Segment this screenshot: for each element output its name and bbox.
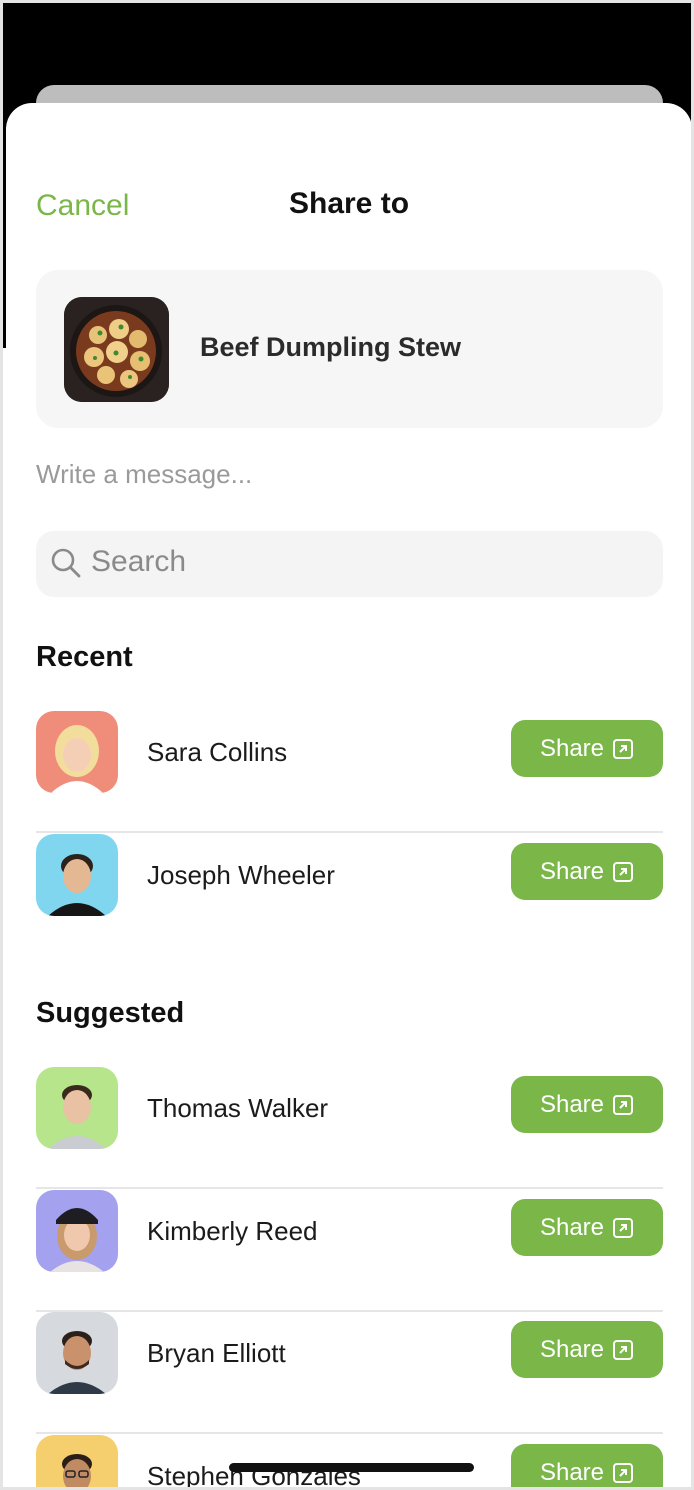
recipe-card: Beef Dumpling Stew — [36, 270, 663, 428]
person-name: Bryan Elliott — [147, 1338, 286, 1368]
share-button[interactable]: Share — [511, 843, 663, 900]
share-icon — [613, 1339, 634, 1360]
search-icon — [51, 548, 81, 578]
list-item-thomas-walker: Thomas Walker Share — [36, 1067, 663, 1189]
avatar — [36, 1067, 118, 1149]
avatar — [36, 834, 118, 916]
list-item-kimberly-reed: Kimberly Reed Share — [36, 1190, 663, 1312]
phone-frame: Cancel Share to Beef Dumpling Stew Write… — [0, 0, 694, 1490]
share-button[interactable]: Share — [511, 1444, 663, 1487]
avatar — [36, 1435, 118, 1487]
share-label: Share — [539, 1458, 605, 1486]
recipe-thumbnail — [64, 297, 169, 402]
avatar — [36, 1312, 118, 1394]
search-input[interactable]: Search — [91, 545, 186, 579]
share-label: Share — [539, 857, 605, 885]
share-icon — [613, 1217, 634, 1238]
suggested-heading: Suggested — [36, 997, 185, 1029]
avatar — [36, 711, 118, 793]
list-item-joseph-wheeler: Joseph Wheeler Share — [36, 834, 663, 956]
share-button[interactable]: Share — [511, 1321, 663, 1378]
person-name: Sara Collins — [147, 737, 288, 767]
recipe-name: Beef Dumpling Stew — [200, 332, 462, 362]
page-title: Share to — [288, 187, 410, 220]
share-icon — [613, 738, 634, 759]
share-button[interactable]: Share — [511, 1076, 663, 1133]
person-name: Joseph Wheeler — [147, 860, 335, 890]
share-sheet: Cancel Share to Beef Dumpling Stew Write… — [6, 103, 691, 1487]
share-label: Share — [539, 734, 605, 762]
share-label: Share — [539, 1335, 605, 1363]
message-input[interactable]: Write a message... — [36, 459, 656, 490]
avatar — [36, 1190, 118, 1272]
share-icon — [613, 1094, 634, 1115]
share-label: Share — [539, 1213, 605, 1241]
share-button[interactable]: Share — [511, 1199, 663, 1256]
search-field[interactable]: Search — [36, 531, 663, 597]
list-item-sara-collins: Sara Collins Share — [36, 711, 663, 833]
share-label: Share — [539, 1090, 605, 1118]
share-button[interactable]: Share — [511, 720, 663, 777]
share-icon — [613, 861, 634, 882]
person-name: Kimberly Reed — [147, 1216, 318, 1246]
person-name: Thomas Walker — [147, 1093, 329, 1123]
share-icon — [613, 1462, 634, 1483]
list-item-bryan-elliott: Bryan Elliott Share — [36, 1312, 663, 1434]
home-indicator[interactable] — [229, 1463, 474, 1472]
recent-heading: Recent — [36, 641, 133, 673]
